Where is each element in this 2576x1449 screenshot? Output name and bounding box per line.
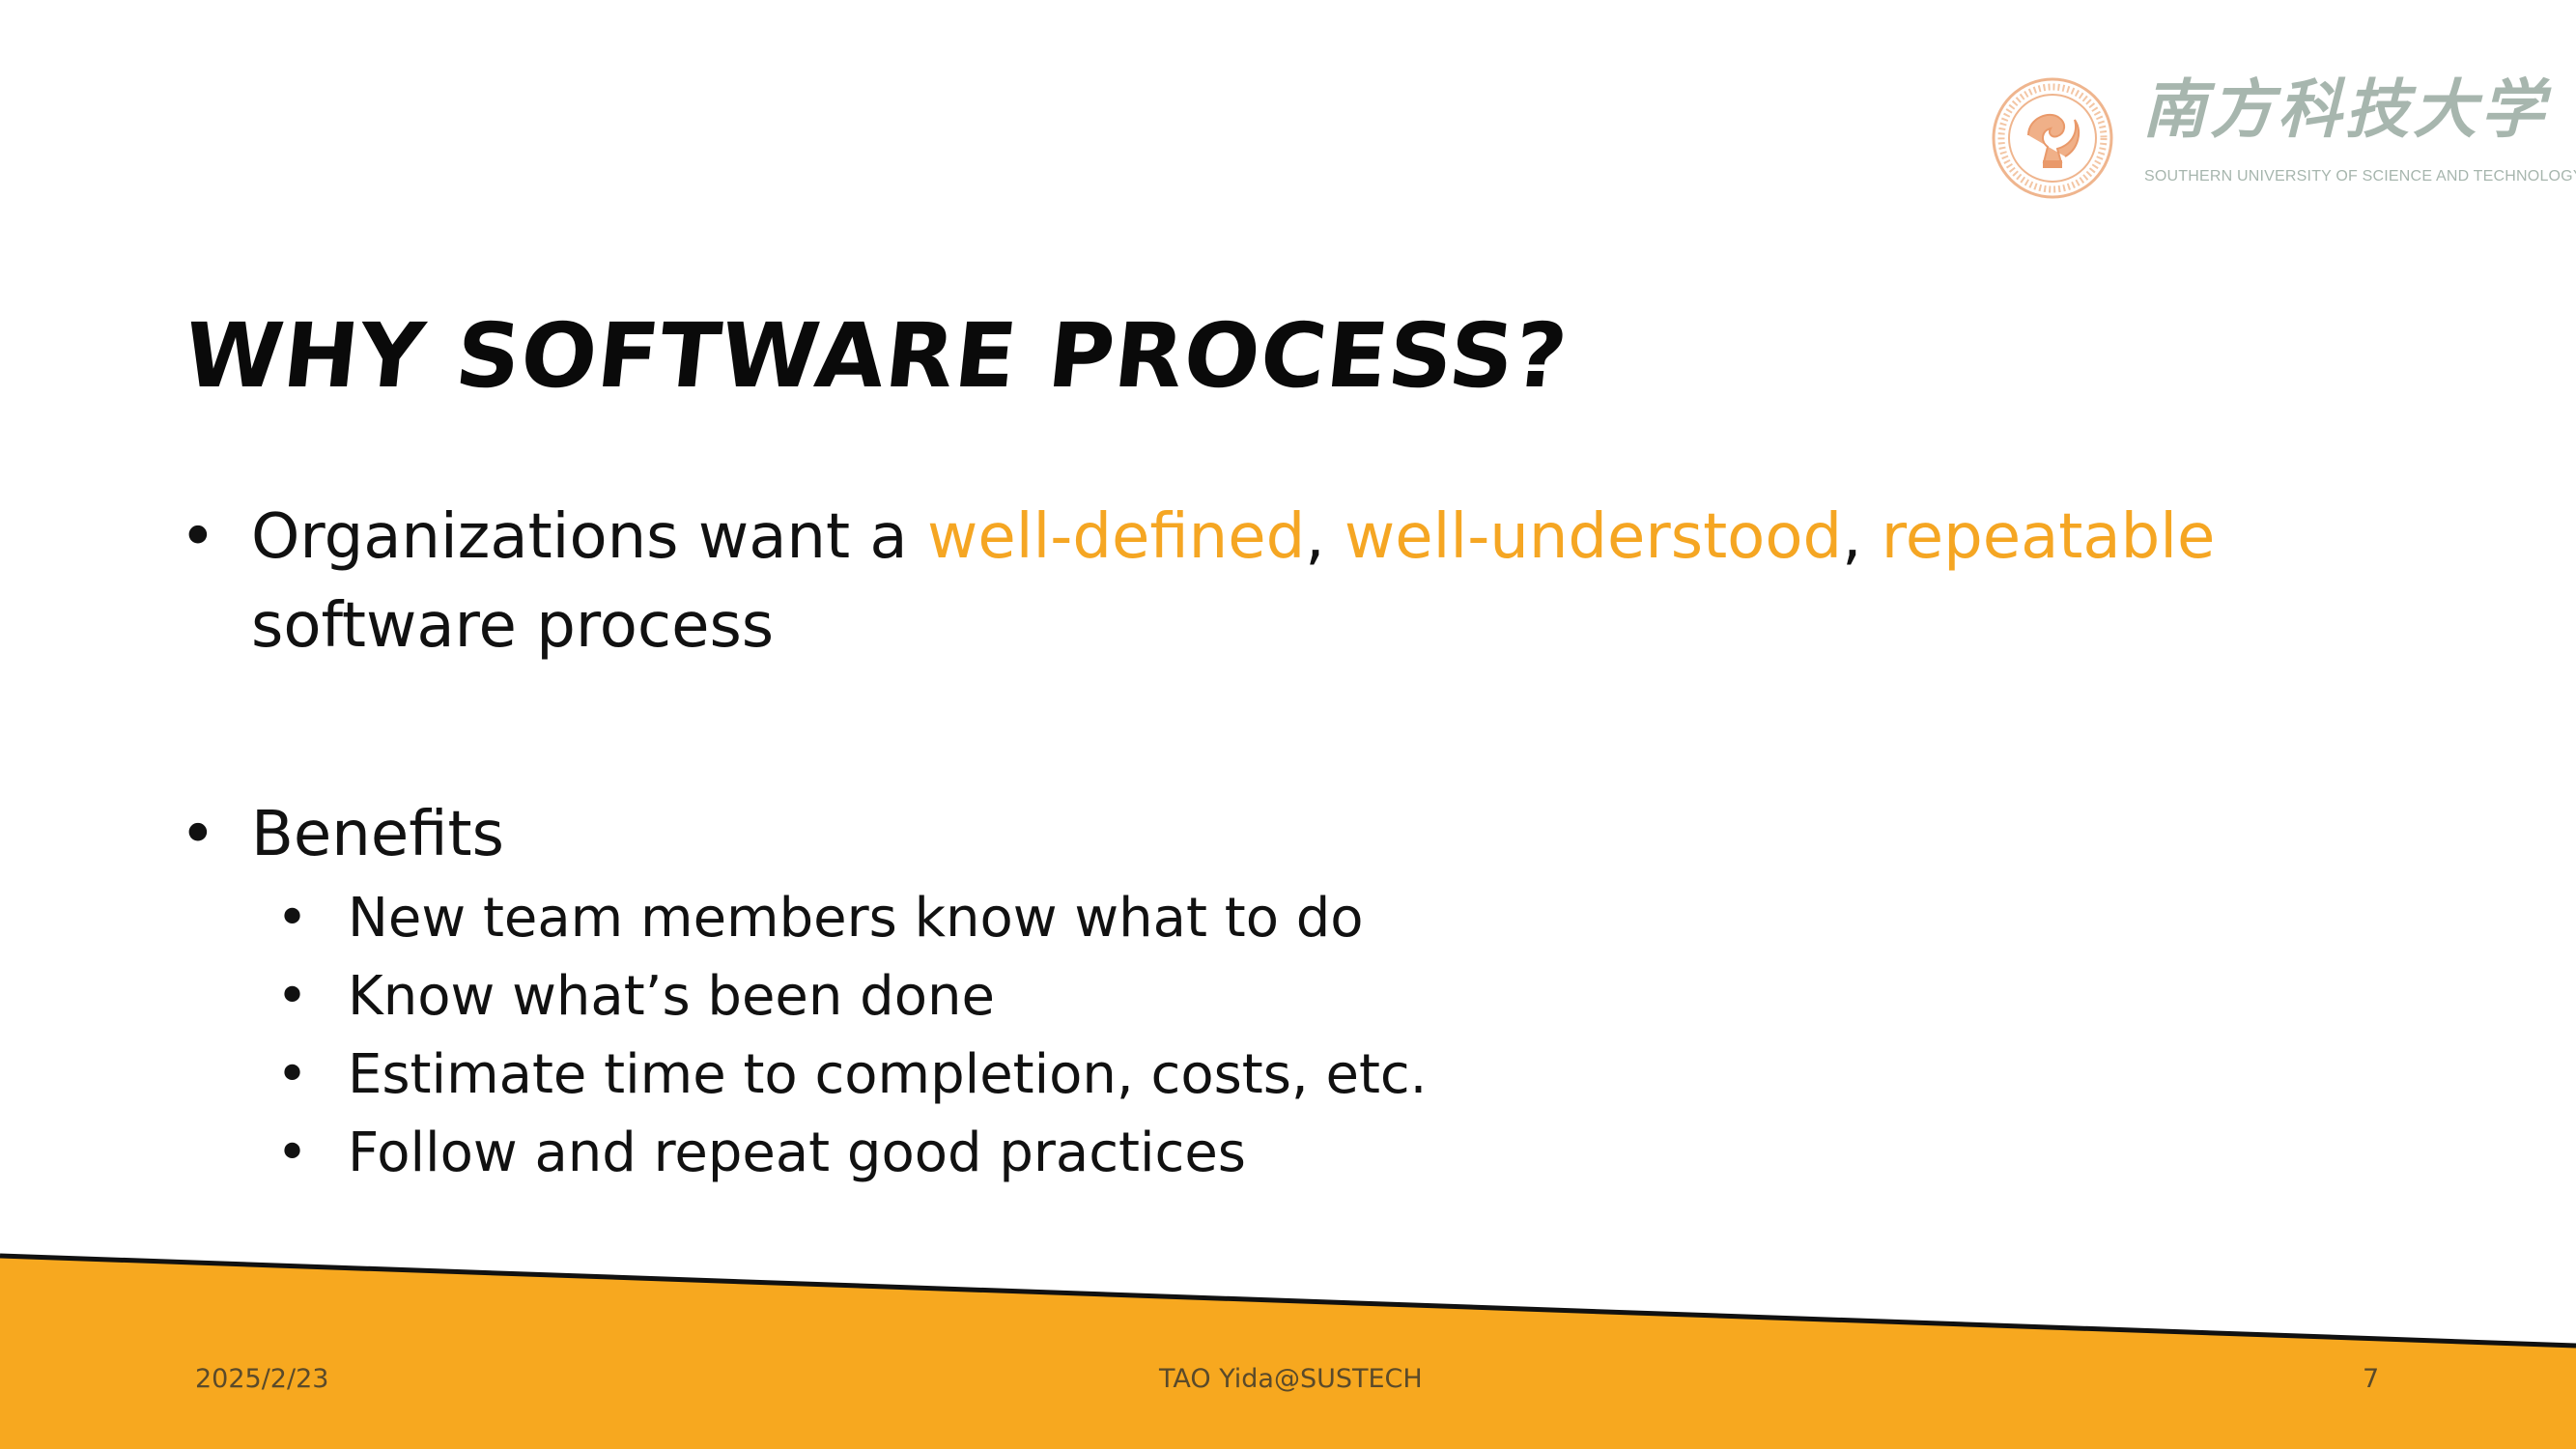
university-seal-icon xyxy=(1992,77,2113,199)
bullet-text: Organizations want a xyxy=(251,501,927,573)
footer-date: 2025/2/23 xyxy=(195,1364,329,1394)
bullet-organizations: Organizations want a well-defined, well-… xyxy=(180,493,2401,670)
slide: 南方科技大学 SOUTHERN UNIVERSITY OF SCIENCE AN… xyxy=(0,0,2576,1449)
sub-bullet: Know what’s been done xyxy=(180,957,2401,1036)
highlight-repeatable: repeatable xyxy=(1881,501,2216,573)
bullet-benefits: Benefits xyxy=(180,790,2401,879)
footer-page-number: 7 xyxy=(2363,1364,2380,1394)
highlight-well-understood: well-understood xyxy=(1344,501,1843,573)
slide-body: Organizations want a well-defined, well-… xyxy=(180,493,2401,1192)
sub-bullet: New team members know what to do xyxy=(180,879,2401,957)
separator: , xyxy=(1842,501,1882,573)
sub-bullet: Follow and repeat good practices xyxy=(180,1114,2401,1192)
slide-title: Why Software Process? xyxy=(179,304,1573,408)
logo-chinese-name: 南方科技大学 xyxy=(2142,71,2548,147)
separator: , xyxy=(1305,501,1345,573)
bullet-tail: software process xyxy=(251,590,775,662)
highlight-well-defined: well-defined xyxy=(926,501,1306,573)
university-logo: 南方科技大学 SOUTHERN UNIVERSITY OF SCIENCE AN… xyxy=(1990,75,2576,211)
logo-english-name: SOUTHERN UNIVERSITY OF SCIENCE AND TECHN… xyxy=(2144,168,2576,185)
sub-bullet: Estimate time to completion, costs, etc. xyxy=(180,1036,2401,1114)
footer-author: TAO Yida@SUSTECH xyxy=(1159,1364,1423,1394)
